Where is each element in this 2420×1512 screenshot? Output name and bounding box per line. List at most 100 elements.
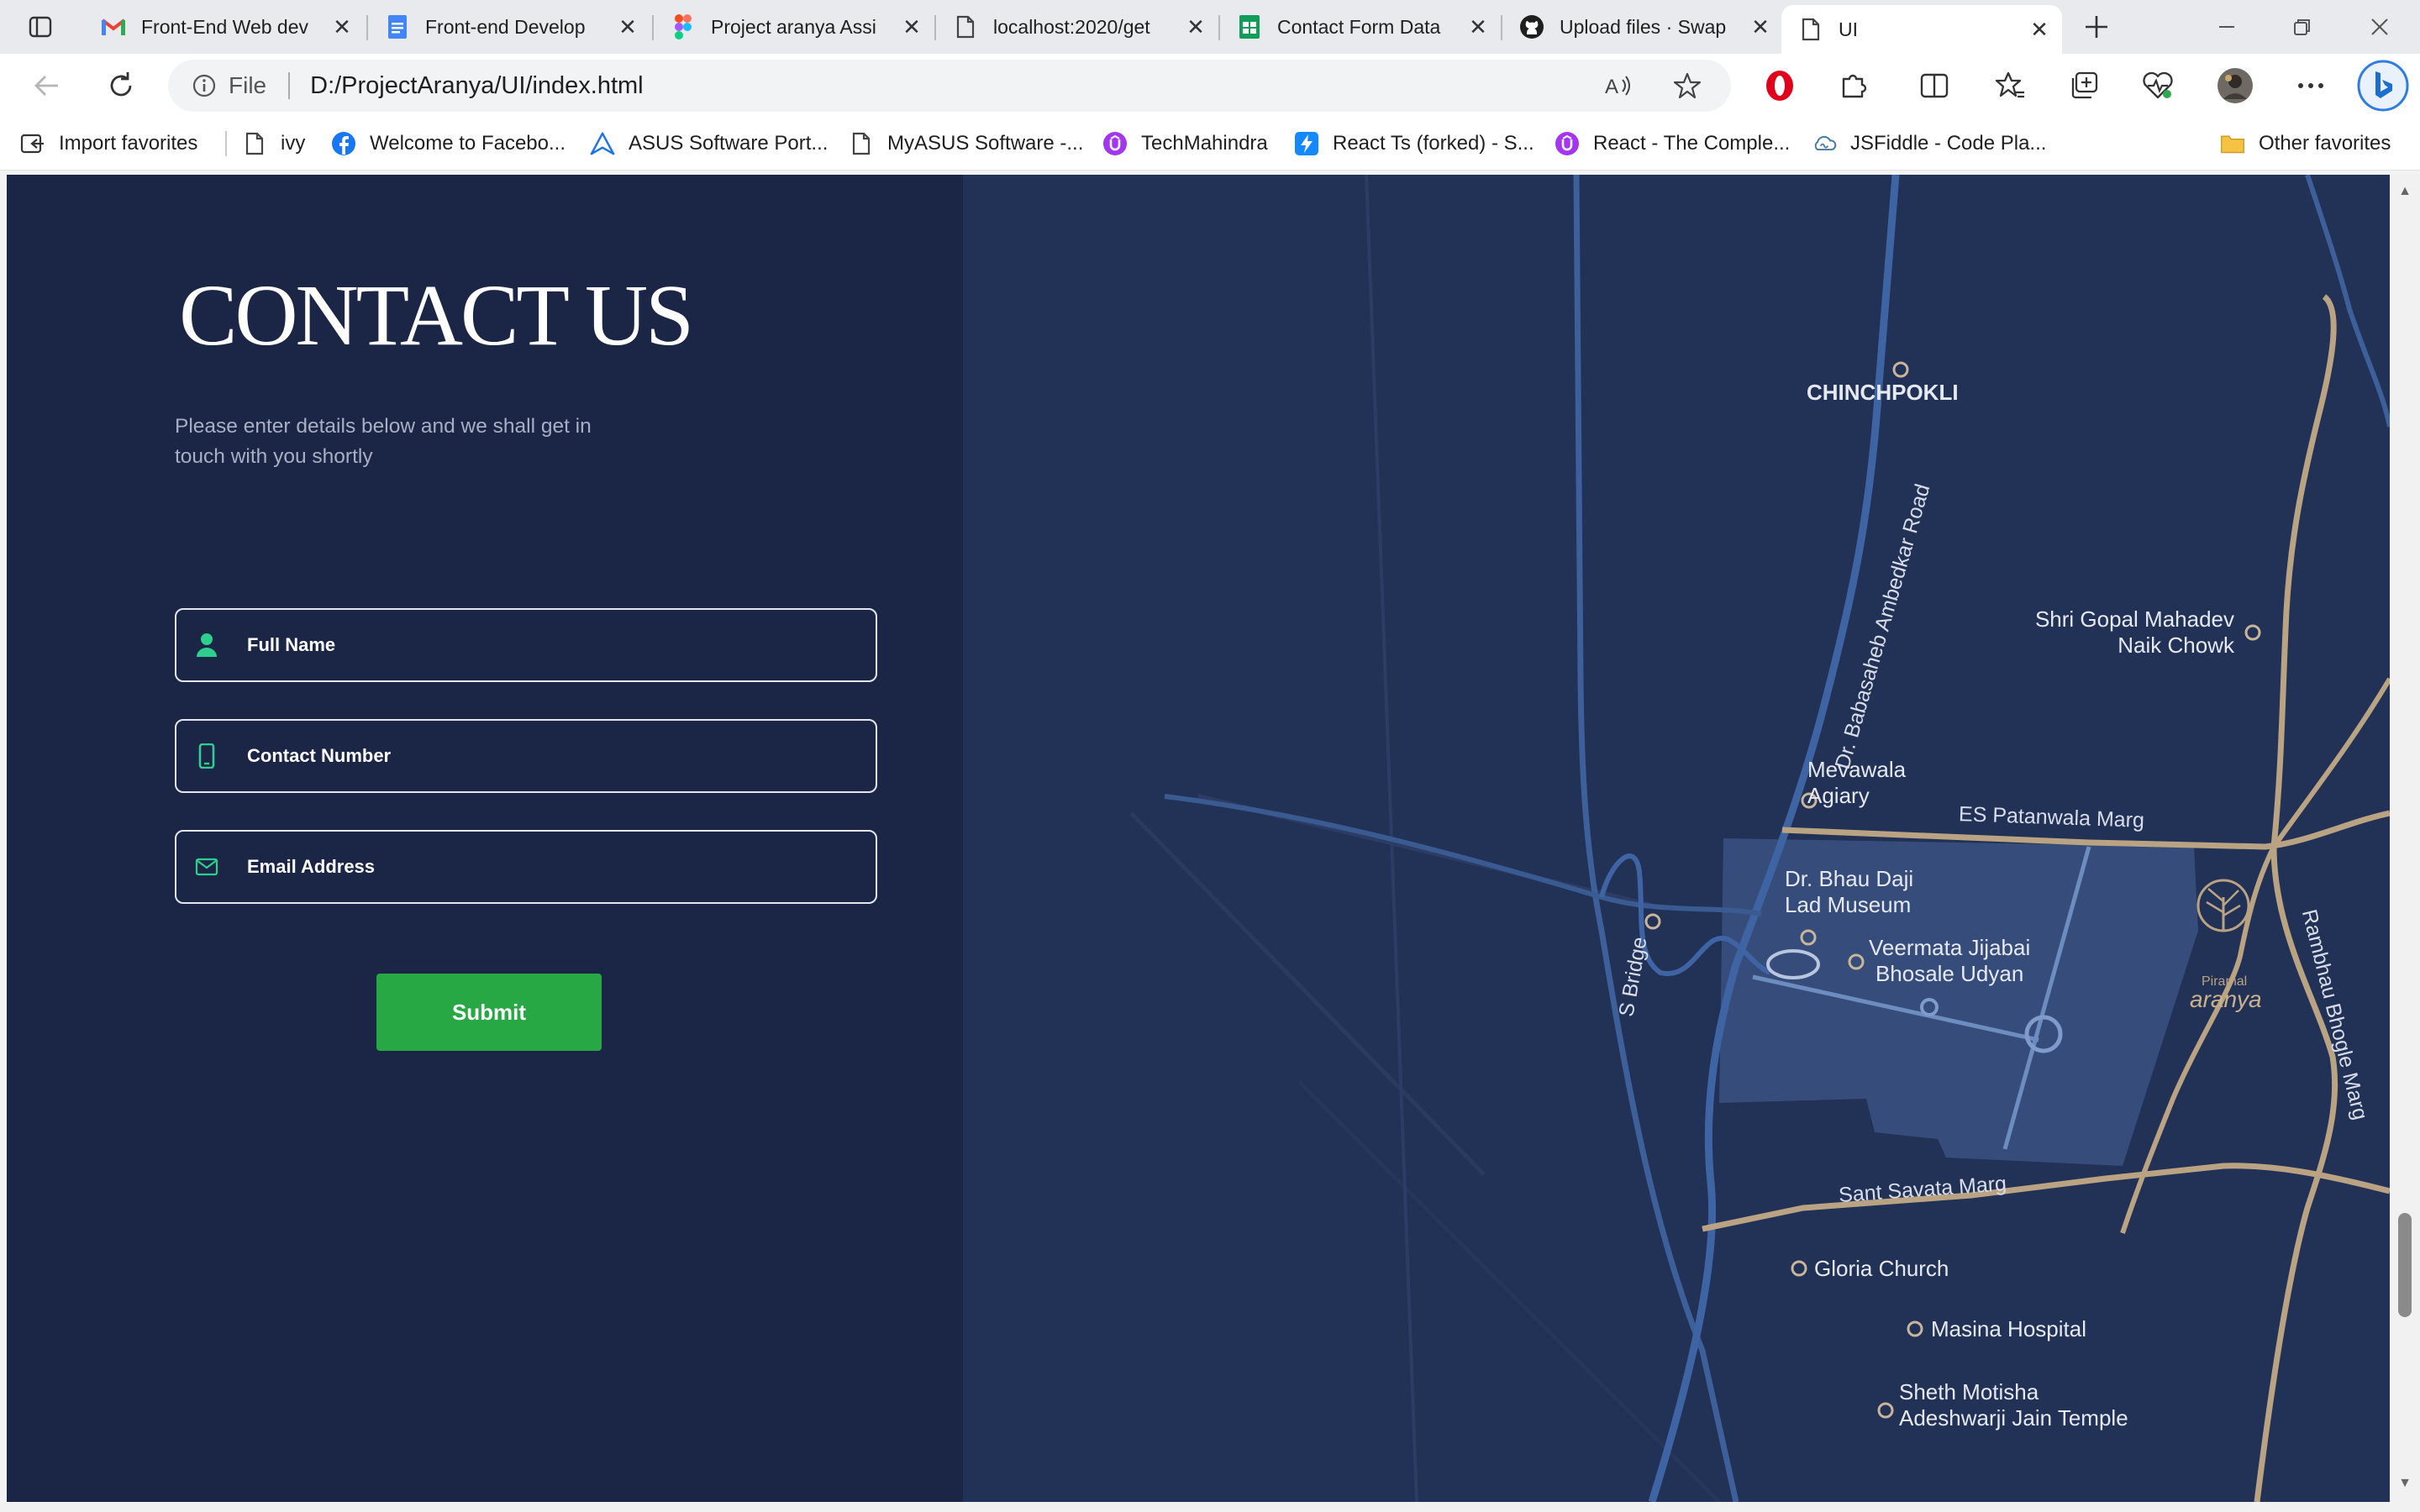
folder-icon: [2220, 131, 2245, 156]
back-button[interactable]: [25, 64, 69, 108]
page-icon: [1798, 17, 1823, 42]
sheets-icon: [1237, 14, 1262, 39]
place-marker: [1892, 361, 1909, 378]
page-icon: [849, 131, 874, 156]
new-tab-button[interactable]: [2075, 8, 2118, 45]
opera-extension-button[interactable]: [1760, 66, 1800, 106]
collections-button[interactable]: [2064, 66, 2104, 106]
back-arrow-icon: [34, 76, 58, 96]
asus-icon: [590, 131, 615, 156]
close-icon[interactable]: ✕: [613, 13, 642, 41]
aranya-tree-icon: [2196, 879, 2250, 932]
faint-road: [1129, 811, 1486, 1176]
favorite-ivy[interactable]: ivy: [242, 129, 305, 159]
submit-button[interactable]: Submit: [376, 974, 602, 1051]
favorite-label: React Ts (forked) - S...: [1333, 132, 1534, 155]
tab-ui-active[interactable]: UI ✕: [1781, 5, 2062, 54]
map-place-label: Masina Hospital: [1931, 1316, 2086, 1341]
close-icon[interactable]: ✕: [1181, 13, 1210, 41]
copilot-button[interactable]: [2356, 59, 2410, 113]
restore-icon: [2294, 19, 2310, 35]
tab-github[interactable]: Upload files · Swap ✕: [1502, 7, 1783, 47]
favorite-react-complete[interactable]: React - The Comple...: [1555, 129, 1790, 159]
favorite-import[interactable]: Import favorites: [20, 129, 197, 159]
map-place-label: Mevawala Agiary: [1807, 757, 1907, 808]
tab-figma[interactable]: Project aranya Assi ✕: [654, 7, 934, 47]
map-place-label: Dr. Bhau Daji Lad Museum: [1785, 866, 1914, 917]
page-title: CONTACT US: [179, 267, 694, 364]
favorite-jsfiddle[interactable]: JSFiddle - Code Pla...: [1812, 129, 2046, 159]
favorite-label: Other favorites: [2259, 132, 2391, 155]
full-name-field[interactable]: Full Name: [175, 608, 877, 682]
favorite-myasus[interactable]: MyASUS Software -...: [849, 129, 1083, 159]
email-address-field[interactable]: Email Address: [175, 830, 877, 904]
settings-more-button[interactable]: [2291, 66, 2331, 106]
favorite-react-ts[interactable]: React Ts (forked) - S...: [1294, 129, 1534, 159]
tab-docs[interactable]: Front-end Develop ✕: [368, 7, 650, 47]
read-aloud-icon[interactable]: A: [1603, 71, 1634, 101]
field-placeholder: Email Address: [247, 856, 376, 877]
close-icon[interactable]: ✕: [328, 13, 356, 41]
close-icon: [2371, 18, 2388, 35]
favorite-other[interactable]: Other favorites: [2220, 129, 2391, 159]
map-place-label: CHINCHPOKLI: [1807, 380, 1959, 405]
page-icon: [242, 131, 267, 156]
favorite-label: ivy: [281, 132, 306, 155]
blue-road: [1573, 175, 1739, 1502]
tab-title: Front-End Web dev: [141, 15, 309, 38]
favorite-label: React - The Comple...: [1593, 132, 1791, 155]
extensions-button[interactable]: [1833, 66, 1874, 106]
address-divider: [288, 72, 291, 99]
info-icon: [192, 74, 216, 97]
favorite-techmahindra[interactable]: TechMahindra: [1102, 129, 1268, 159]
map-place-label: Shri Gopal Mahadev Naik Chowk: [2034, 606, 2234, 658]
close-window-button[interactable]: [2346, 7, 2413, 47]
close-icon[interactable]: ✕: [1464, 13, 1492, 41]
close-icon[interactable]: ✕: [897, 13, 926, 41]
browser-essentials-button[interactable]: [2138, 66, 2178, 106]
site-info-label[interactable]: File: [229, 72, 266, 99]
tab-title: localhost:2020/get: [993, 15, 1150, 38]
address-bar[interactable]: File D:/ProjectAranya/UI/index.html A: [168, 60, 1731, 112]
svg-text:A: A: [1605, 76, 1618, 98]
tab-sheets[interactable]: Contact Form Data ✕: [1220, 7, 1501, 47]
scroll-thumb[interactable]: [2398, 1213, 2412, 1317]
split-screen-button[interactable]: [1914, 66, 1954, 106]
tab-gmail[interactable]: Front-End Web dev ✕: [84, 7, 365, 47]
bing-icon: [2357, 60, 2409, 112]
blue-road: [2305, 175, 2390, 428]
window-bottom-edge: [0, 1502, 2420, 1512]
tab-strip: Front-End Web dev ✕ Front-end Develop ✕ …: [0, 0, 2420, 54]
scroll-down-icon[interactable]: ▼: [2396, 1475, 2413, 1492]
refresh-button[interactable]: [99, 64, 143, 108]
close-icon[interactable]: ✕: [1746, 13, 1775, 41]
place-marker: [2244, 624, 2261, 641]
contact-panel: CONTACT US Please enter details below an…: [7, 175, 963, 1502]
favorite-label: ASUS Software Port...: [629, 132, 829, 155]
favorites-star-icon: [1995, 71, 2024, 98]
favorites-separator: [225, 131, 227, 156]
scroll-up-icon[interactable]: ▲: [2396, 183, 2413, 200]
minimize-button[interactable]: [2193, 7, 2260, 47]
restore-button[interactable]: [2269, 7, 2336, 47]
tan-road: [2254, 294, 2338, 1502]
profile-button[interactable]: [2215, 66, 2255, 106]
tab-actions-button[interactable]: [17, 10, 64, 44]
favorite-facebook[interactable]: Welcome to Facebo...: [331, 129, 566, 159]
close-icon[interactable]: ✕: [2025, 15, 2054, 44]
user-icon: [195, 633, 218, 658]
refresh-icon: [110, 72, 132, 97]
favorites-button[interactable]: [1990, 66, 2030, 106]
import-icon: [20, 131, 45, 156]
field-placeholder: Full Name: [247, 634, 336, 655]
favorite-star-icon[interactable]: [1672, 71, 1702, 101]
contact-number-field[interactable]: Contact Number: [175, 719, 877, 793]
tab-localhost[interactable]: localhost:2020/get ✕: [936, 7, 1218, 47]
url-text[interactable]: D:/ProjectAranya/UI/index.html: [310, 72, 643, 100]
map-place-label: Gloria Church: [1814, 1256, 1949, 1281]
place-marker: [1907, 1320, 1923, 1337]
favorite-asus-portal[interactable]: ASUS Software Port...: [590, 129, 828, 159]
contact-subtitle: Please enter details below and we shall …: [175, 415, 592, 468]
page-scrollbar[interactable]: ▲ ▼: [2390, 175, 2420, 1505]
more-dots-icon: [2298, 83, 2323, 88]
